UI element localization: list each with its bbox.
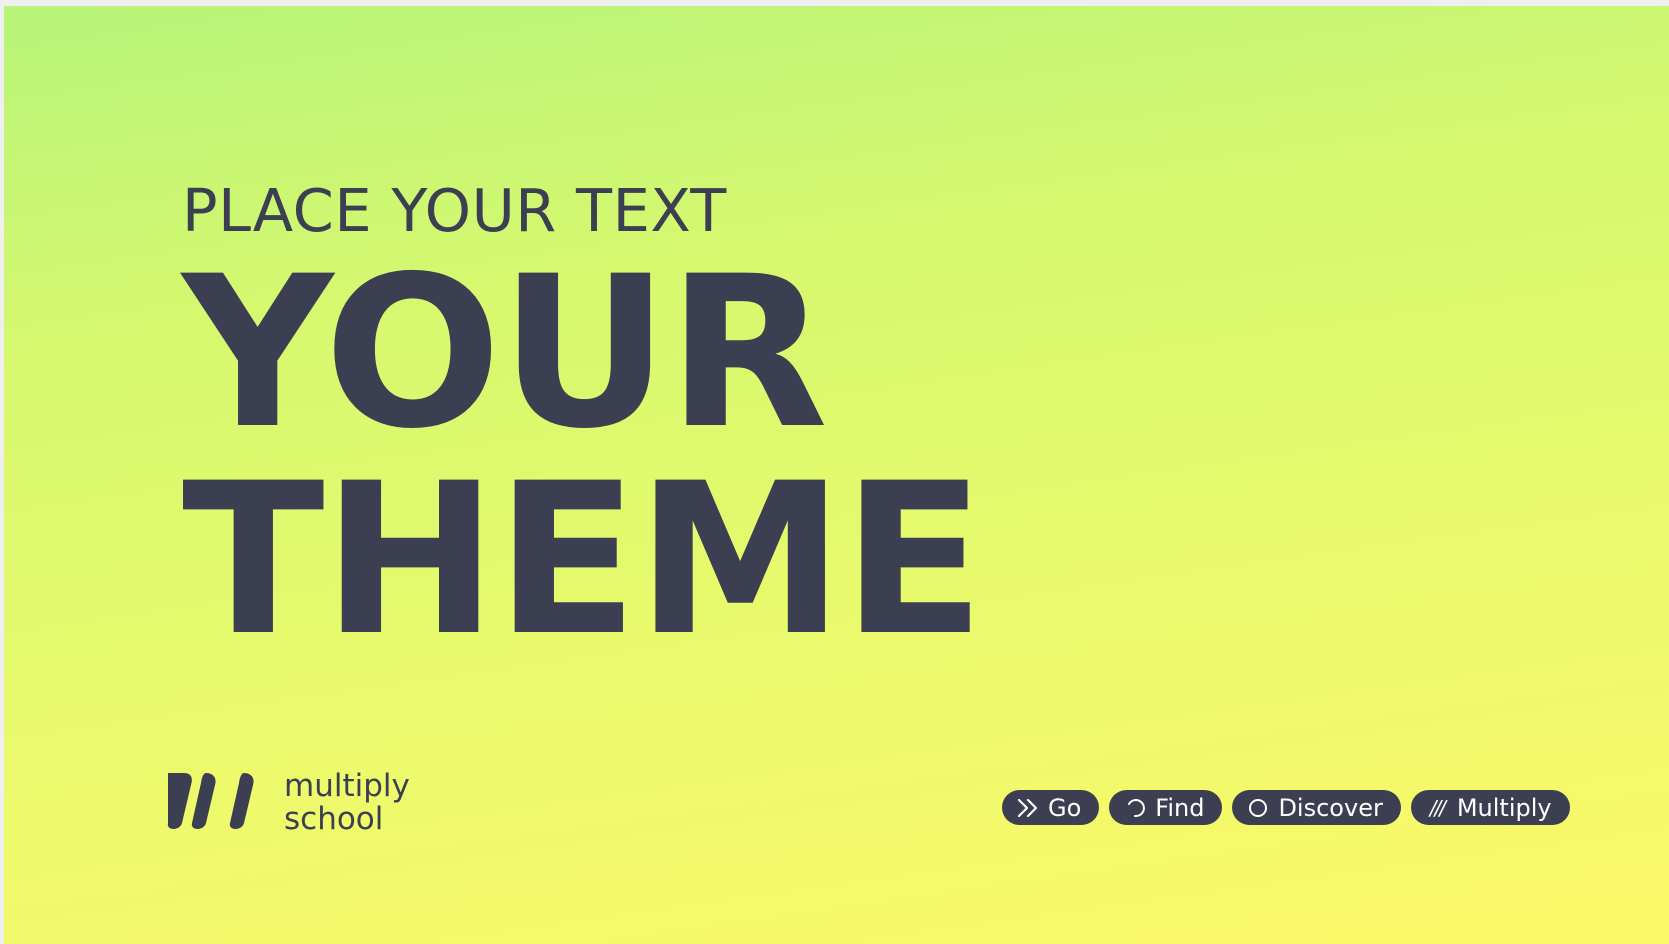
headline-line-1: YOUR xyxy=(182,232,828,475)
multiply-pill-label: Multiply xyxy=(1456,793,1552,822)
double-chevron-right-icon xyxy=(1016,796,1040,820)
go-pill-label: Go xyxy=(1048,793,1082,822)
brand-name-line-2: school xyxy=(284,801,384,837)
find-pill-button[interactable]: Find xyxy=(1109,790,1223,825)
triple-slash-icon: /// xyxy=(1429,795,1446,820)
refresh-arc-icon xyxy=(1123,796,1147,820)
brand-name-line-1: multiply xyxy=(284,768,410,804)
slide-canvas: PLACE YOUR TEXT YOUR THEME multiply scho… xyxy=(4,6,1669,944)
go-pill-button[interactable]: Go xyxy=(1002,790,1100,825)
brand-logo: multiply school xyxy=(162,770,410,836)
three-slashes-logo-icon xyxy=(167,773,254,829)
circle-icon xyxy=(1246,796,1270,820)
pill-nav: Go Find Discover /// Multiply xyxy=(1002,790,1570,825)
find-pill-label: Find xyxy=(1155,793,1205,822)
discover-pill-label: Discover xyxy=(1278,793,1383,822)
brand-name: multiply school xyxy=(284,770,410,836)
headline-line-2: THEME xyxy=(182,439,985,682)
multiply-pill-button[interactable]: /// Multiply xyxy=(1410,790,1570,825)
discover-pill-button[interactable]: Discover xyxy=(1232,790,1401,825)
